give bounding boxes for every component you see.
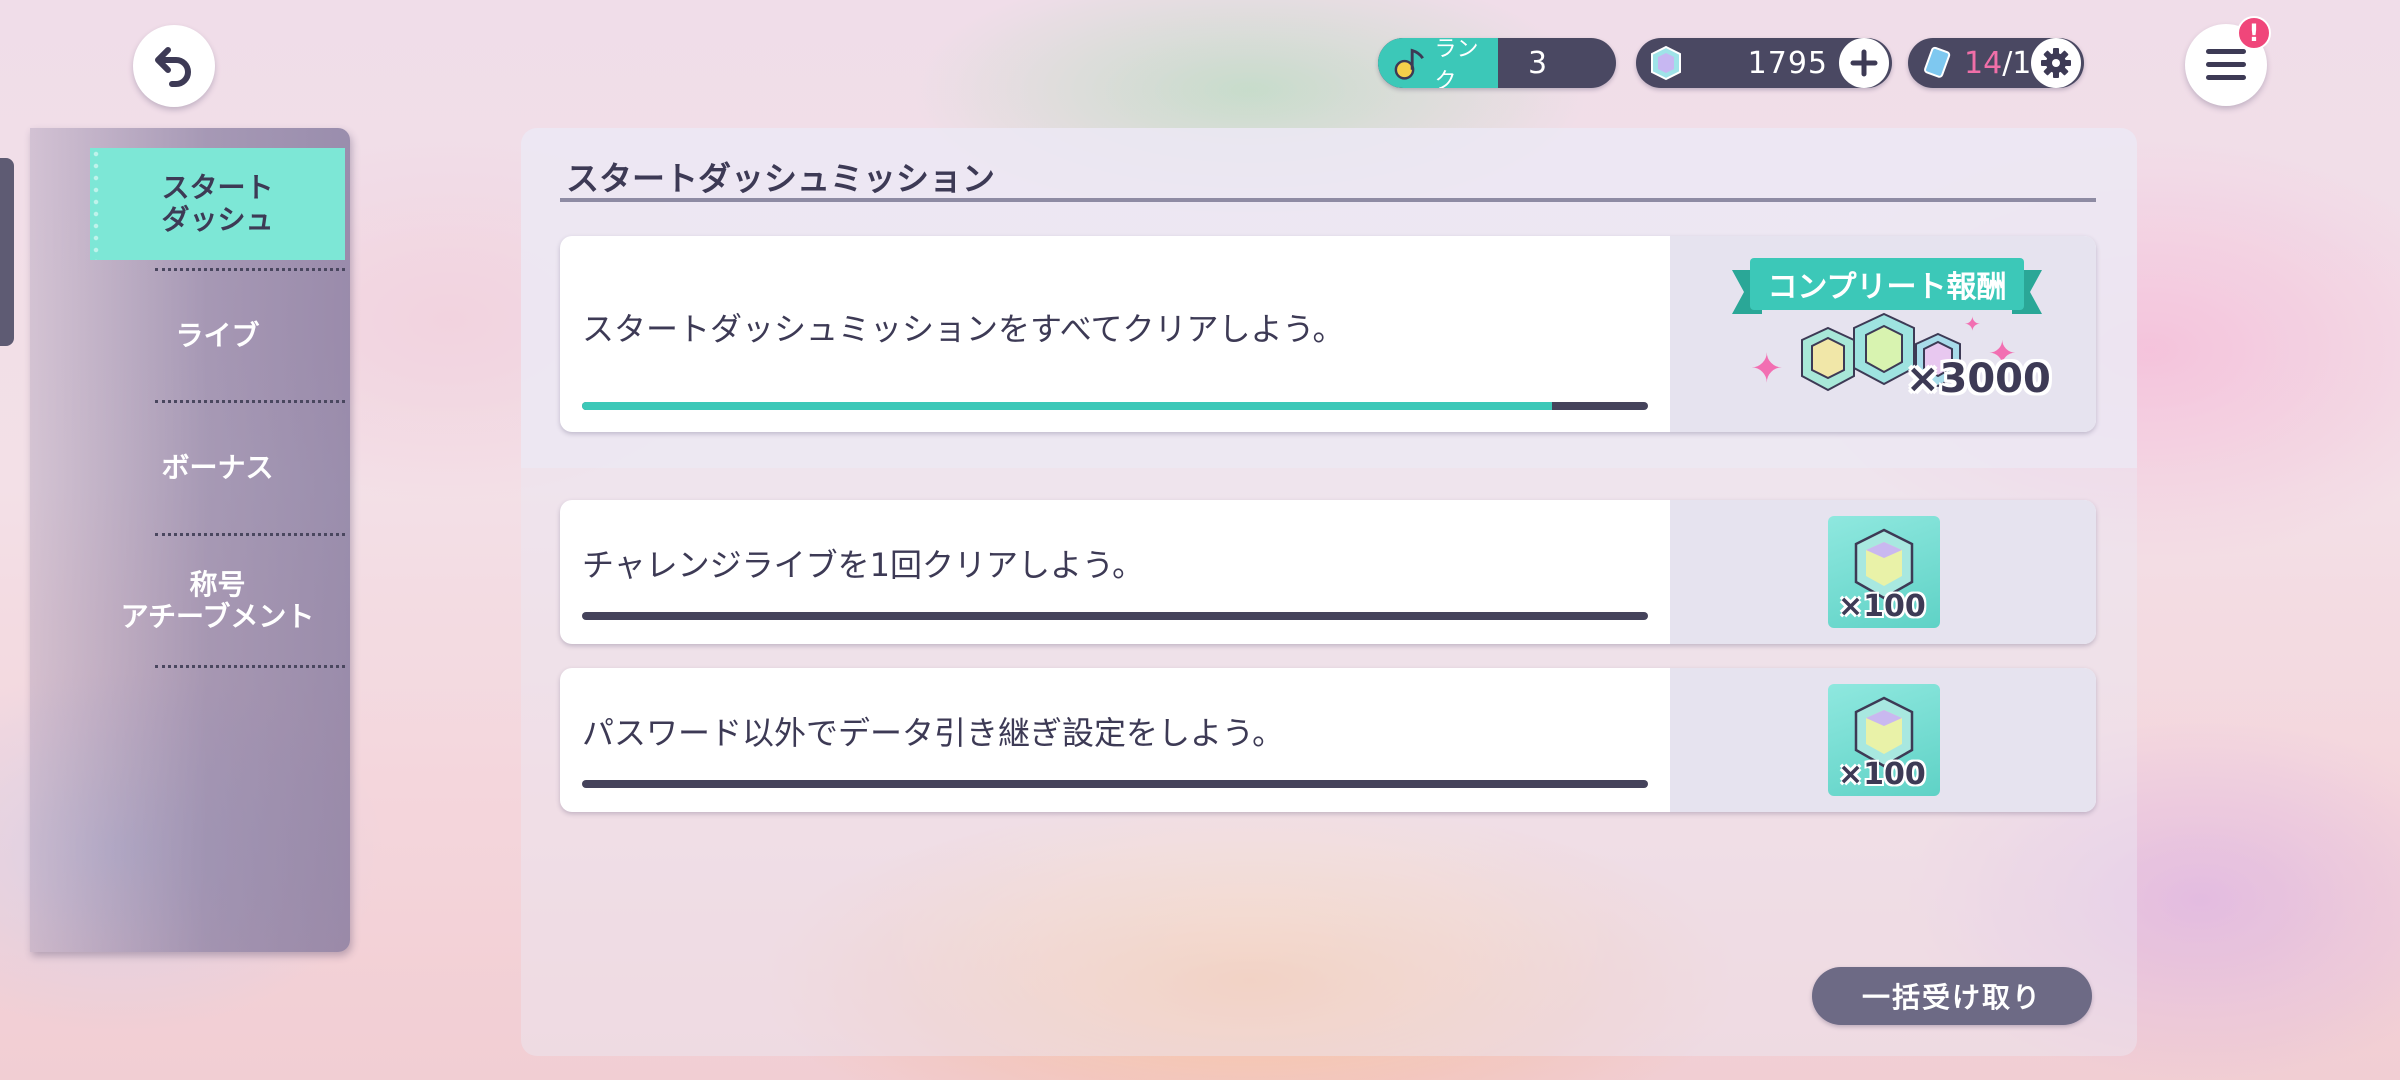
progress-bar <box>582 780 1648 788</box>
gear-icon <box>2041 48 2071 78</box>
sidebar-item-live[interactable]: ライブ <box>90 300 345 372</box>
stamina-display: 14/10 <box>1908 38 2084 88</box>
sidebar-edge-tab[interactable] <box>0 158 14 346</box>
progress-bar <box>582 402 1648 410</box>
sidebar-item-label: スタート ダッシュ <box>161 172 273 236</box>
sidebar-item-label: ライブ <box>175 319 260 352</box>
reward-item[interactable]: ×100 <box>1828 684 1940 796</box>
progress-bar <box>582 612 1648 620</box>
sidebar-item-achievement[interactable]: 称号 アチーブメント <box>90 563 345 639</box>
mission-text: スタートダッシュミッションをすべてクリアしよう。 <box>582 310 1345 348</box>
rank-header: ランク <box>1378 38 1498 88</box>
back-button[interactable] <box>133 25 215 107</box>
sidebar-divider <box>155 268 345 271</box>
rank-display: ランク 3 <box>1378 38 1616 88</box>
complete-reward-banner: コンプリート報酬 <box>1732 258 2042 314</box>
add-gems-button[interactable] <box>1839 38 1889 88</box>
sidebar-item-label: ボーナス <box>161 451 274 484</box>
sidebar-divider <box>155 400 345 403</box>
gem-count: 1795 <box>1747 45 1828 81</box>
progress-fill <box>582 402 1553 410</box>
sidebar-label-line2: アチーブメント <box>120 600 315 633</box>
gem-icon <box>1651 45 1681 81</box>
sidebar-item-bonus[interactable]: ボーナス <box>90 432 345 504</box>
rank-value: 3 <box>1528 45 1548 81</box>
bulk-receive-button[interactable]: 一括受け取り <box>1812 967 2092 1025</box>
mission-text: パスワード以外でデータ引き継ぎ設定をしよう。 <box>582 714 1285 752</box>
sidebar-divider <box>155 533 345 536</box>
banner-text: コンプリート報酬 <box>1750 258 2024 310</box>
title-underline <box>560 198 2096 202</box>
sparkle-icon: ✦ <box>1964 312 1981 336</box>
panel-title: スタートダッシュミッション <box>566 159 995 198</box>
plus-icon <box>1850 49 1878 77</box>
rank-label: ランク <box>1434 38 1479 88</box>
sparkle-icon: ✦ <box>1750 346 1784 392</box>
mission-text: チャレンジライブを1回クリアしよう。 <box>582 546 1145 584</box>
complete-reward-count: ×3000 <box>1906 356 2051 402</box>
sidebar-label-line2: ダッシュ <box>161 203 274 236</box>
menu-button[interactable]: ! <box>2185 16 2271 106</box>
sidebar-label-line1: スタート <box>161 171 274 204</box>
reward-count: ×100 <box>1838 757 1926 792</box>
stamina-current: 14 <box>1964 45 2003 81</box>
sidebar-label-line1: 称号 <box>189 568 246 601</box>
hamburger-menu-icon <box>2206 49 2246 80</box>
music-note-icon <box>1394 48 1424 80</box>
sidebar-item-label: 称号 アチーブメント <box>121 569 315 633</box>
gem-display: 1795 <box>1636 38 1892 88</box>
stamina-settings-button[interactable] <box>2031 38 2081 88</box>
sidebar-divider <box>155 665 345 668</box>
notification-badge: ! <box>2237 16 2271 50</box>
reward-count: ×100 <box>1838 589 1926 624</box>
reward-item[interactable]: ×100 <box>1828 516 1940 628</box>
ticket-icon <box>1924 46 1951 78</box>
sidebar-item-start-dash[interactable]: スタート ダッシュ <box>90 148 345 260</box>
back-arrow-icon <box>155 47 191 87</box>
